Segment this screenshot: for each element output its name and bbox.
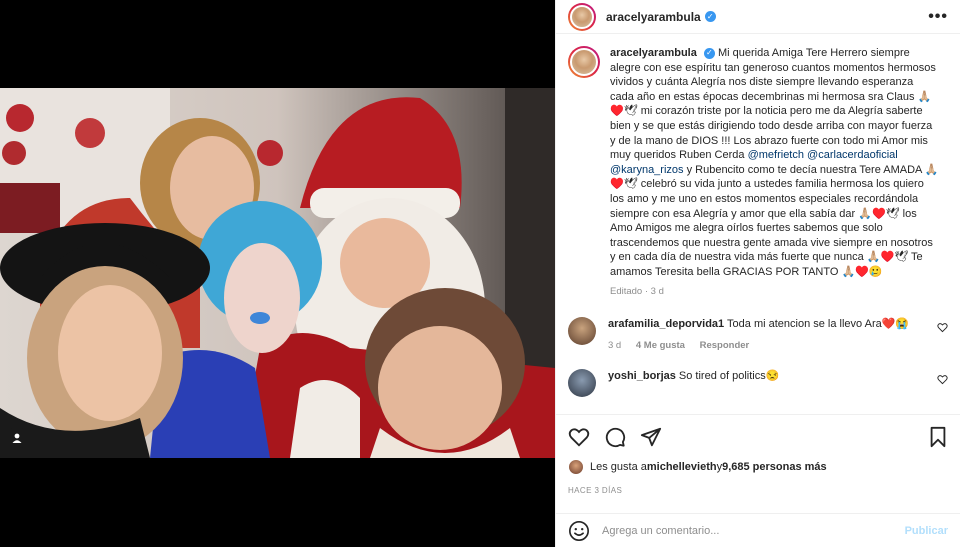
reply-button[interactable]: Responder <box>700 340 750 351</box>
post-actions: Les gusta a michellevieth y 9,685 person… <box>556 414 960 495</box>
caption-body: aracelyarambula ✓ Mi querida Amiga Tere … <box>610 46 940 299</box>
comment-body: yoshi_borjas So tired of politics😒 <box>608 369 928 397</box>
likes-prefix: Les gusta a <box>590 461 647 473</box>
post-media <box>0 0 555 547</box>
avatar[interactable] <box>568 2 596 31</box>
comment-likes[interactable]: 4 Me gusta <box>636 340 685 351</box>
post-header: aracelyarambula ✓ ••• <box>556 0 960 34</box>
tagged-users-button[interactable] <box>6 427 28 449</box>
verified-badge-icon: ✓ <box>704 11 716 22</box>
comment-bubble-icon[interactable] <box>604 426 626 448</box>
mention-link[interactable]: @carlacerdaoficial <box>807 149 898 161</box>
action-icons <box>568 425 948 449</box>
post-date[interactable]: HACE 3 DÍAS <box>568 486 948 495</box>
comment-input[interactable]: Agrega un comentario... <box>602 525 905 537</box>
post-comment-button[interactable]: Publicar <box>905 525 948 537</box>
comment-time: 3 d <box>608 340 622 352</box>
commenter-avatar[interactable] <box>568 317 596 346</box>
user-icon <box>12 433 22 443</box>
comment-item: yoshi_borjas So tired of politics😒 <box>568 369 948 398</box>
caption-username[interactable]: aracelyarambula <box>610 47 697 59</box>
likes-summary: Les gusta a michellevieth y 9,685 person… <box>568 459 948 475</box>
post-author-username[interactable]: aracelyarambula <box>606 10 701 24</box>
share-send-icon[interactable] <box>640 426 662 448</box>
comment-meta: 3 d 4 Me gusta Responder <box>608 339 928 353</box>
commenter-username[interactable]: arafamilia_deporvida1 <box>608 318 724 330</box>
emoji-icon[interactable] <box>568 520 590 542</box>
more-options-icon[interactable]: ••• <box>928 8 948 26</box>
comment-body: arafamilia_deporvida1 Toda mi atencion s… <box>608 317 928 353</box>
liker-username[interactable]: michellevieth <box>647 461 717 473</box>
add-comment-bar: Agrega un comentario... Publicar <box>556 513 960 547</box>
comment-item: arafamilia_deporvida1 Toda mi atencion s… <box>568 317 948 353</box>
caption: aracelyarambula ✓ Mi querida Amiga Tere … <box>568 46 948 299</box>
caption-text-part-1: Mi querida Amiga Tere Herrero siempre al… <box>610 47 936 162</box>
caption-avatar[interactable] <box>568 46 600 78</box>
mention-link[interactable]: @mefrietch <box>748 149 804 161</box>
liker-avatar[interactable] <box>568 459 584 475</box>
like-heart-icon[interactable] <box>568 426 590 448</box>
post-panel: aracelyarambula ✓ ••• aracelyarambula ✓ … <box>555 0 960 547</box>
caption-edited-label: Editado · 3 d <box>610 285 664 297</box>
post-photo[interactable] <box>0 88 555 458</box>
save-bookmark-icon[interactable] <box>928 426 948 448</box>
caption-text-part-2: y Rubencito como te decía nuestra Tere A… <box>610 163 939 278</box>
commenter-username[interactable]: yoshi_borjas <box>608 370 676 382</box>
comment-text: Toda mi atencion se la llevo Ara❤️😭 <box>727 318 910 331</box>
likes-count[interactable]: 9,685 personas más <box>722 461 827 473</box>
comment-text: So tired of politics😒 <box>678 370 780 383</box>
commenter-avatar[interactable] <box>568 369 596 398</box>
mention-link[interactable]: @karyna_rizos <box>610 164 684 176</box>
comments-list: aracelyarambula ✓ Mi querida Amiga Tere … <box>556 34 960 414</box>
verified-badge-icon: ✓ <box>703 47 715 59</box>
like-comment-heart-icon[interactable] <box>937 322 948 333</box>
like-comment-heart-icon[interactable] <box>937 374 948 385</box>
